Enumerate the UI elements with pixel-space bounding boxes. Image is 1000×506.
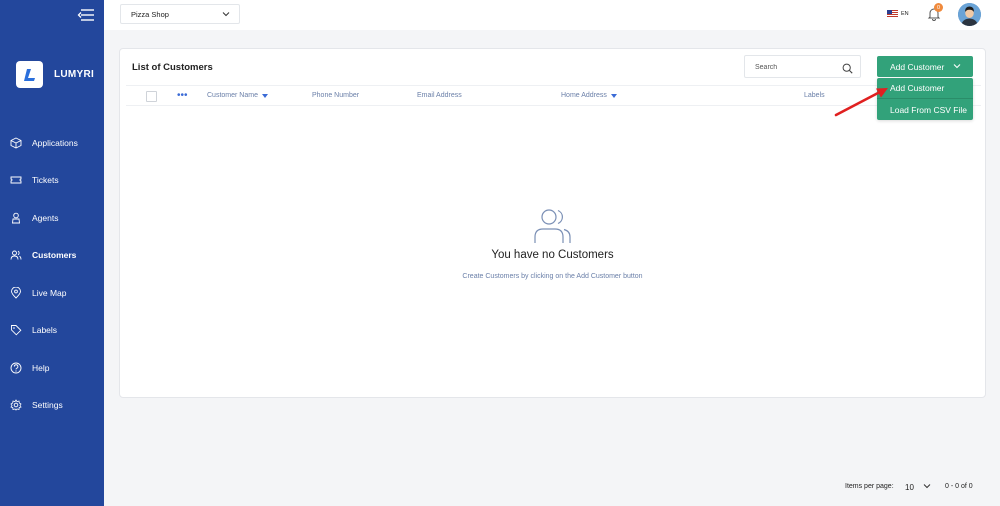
pagination-range: 0 - 0 of 0 bbox=[945, 483, 973, 490]
column-header-label: Phone Number bbox=[312, 92, 360, 99]
search-box bbox=[744, 55, 861, 78]
sidebar-nav: Applications Tickets Agents Customers Li… bbox=[0, 124, 104, 424]
us-flag-icon bbox=[887, 10, 898, 17]
column-header-label: Email Address bbox=[417, 92, 462, 99]
sidebar-item-label: Settings bbox=[32, 400, 63, 411]
column-options-icon[interactable]: ••• bbox=[177, 91, 188, 101]
sidebar-item-settings[interactable]: Settings bbox=[0, 387, 104, 425]
search-input[interactable] bbox=[755, 57, 840, 78]
brand[interactable]: LUMYRI bbox=[16, 61, 94, 88]
users-icon bbox=[10, 249, 22, 261]
red-arrow-annotation-icon bbox=[834, 88, 888, 117]
column-header-label: Customer Name bbox=[207, 92, 258, 99]
sidebar-item-label: Applications bbox=[32, 137, 78, 148]
language-switcher[interactable]: EN bbox=[887, 10, 909, 17]
tag-icon bbox=[10, 324, 22, 336]
chevron-down-icon bbox=[953, 62, 961, 72]
help-icon bbox=[10, 362, 22, 374]
avatar[interactable] bbox=[958, 3, 981, 26]
select-all-checkbox[interactable] bbox=[146, 91, 157, 102]
items-per-page-value: 10 bbox=[905, 482, 914, 492]
add-customer-button[interactable]: Add Customer bbox=[877, 56, 973, 77]
items-per-page-select[interactable]: 10 bbox=[905, 482, 931, 492]
chevron-down-icon bbox=[222, 10, 230, 20]
column-header-label: Labels bbox=[804, 92, 825, 99]
sidebar-item-label: Tickets bbox=[32, 175, 59, 186]
add-customer-button-label: Add Customer bbox=[890, 61, 945, 72]
agent-icon bbox=[10, 212, 22, 224]
menu-collapse-icon[interactable] bbox=[77, 8, 95, 22]
empty-state-subtitle: Create Customers by clicking on the Add … bbox=[462, 273, 643, 280]
search-icon[interactable] bbox=[842, 61, 853, 79]
sidebar-item-labels[interactable]: Labels bbox=[0, 312, 104, 350]
sidebar-item-label: Help bbox=[32, 362, 50, 373]
user-avatar-icon bbox=[958, 3, 981, 26]
sidebar: LUMYRI Applications Tickets Agents Custo… bbox=[0, 0, 104, 506]
column-header-labels: Labels bbox=[804, 92, 825, 99]
cube-icon bbox=[10, 137, 22, 149]
brand-name: LUMYRI bbox=[54, 69, 95, 80]
notifications-button[interactable]: 0 bbox=[927, 3, 943, 21]
sidebar-item-label: Live Map bbox=[32, 287, 67, 298]
sidebar-item-help[interactable]: Help bbox=[0, 349, 104, 387]
logo-icon bbox=[16, 61, 43, 88]
page-title: List of Customers bbox=[132, 62, 213, 73]
sidebar-item-agents[interactable]: Agents bbox=[0, 199, 104, 237]
column-header-email-address: Email Address bbox=[417, 92, 462, 99]
sort-down-icon bbox=[610, 93, 617, 98]
gear-icon bbox=[10, 399, 22, 411]
sort-down-icon bbox=[261, 93, 268, 98]
topbar: Pizza Shop EN 0 bbox=[104, 0, 1000, 30]
column-header-phone-number: Phone Number bbox=[312, 92, 359, 99]
sidebar-item-label: Agents bbox=[32, 212, 59, 223]
sidebar-item-label: Labels bbox=[32, 325, 58, 336]
language-label: EN bbox=[901, 10, 909, 17]
sidebar-item-label: Customers bbox=[32, 250, 77, 261]
sidebar-item-applications[interactable]: Applications bbox=[0, 124, 104, 162]
sidebar-item-customers[interactable]: Customers bbox=[0, 237, 104, 275]
shop-select-value: Pizza Shop bbox=[131, 9, 169, 19]
chevron-down-icon bbox=[923, 482, 931, 492]
column-header-home-address[interactable]: Home Address bbox=[561, 92, 617, 99]
map-pin-icon bbox=[10, 286, 22, 299]
sidebar-item-tickets[interactable]: Tickets bbox=[0, 162, 104, 200]
shop-select[interactable]: Pizza Shop bbox=[120, 4, 240, 24]
sidebar-item-live-map[interactable]: Live Map bbox=[0, 274, 104, 312]
column-header-label: Home Address bbox=[561, 92, 607, 99]
empty-customers-icon bbox=[534, 207, 572, 245]
empty-state-title: You have no Customers bbox=[491, 249, 614, 261]
notification-count-badge: 0 bbox=[934, 3, 943, 12]
items-per-page-label: Items per page: bbox=[845, 483, 894, 490]
column-header-customer-name[interactable]: Customer Name bbox=[207, 92, 268, 99]
ticket-icon bbox=[10, 174, 22, 186]
